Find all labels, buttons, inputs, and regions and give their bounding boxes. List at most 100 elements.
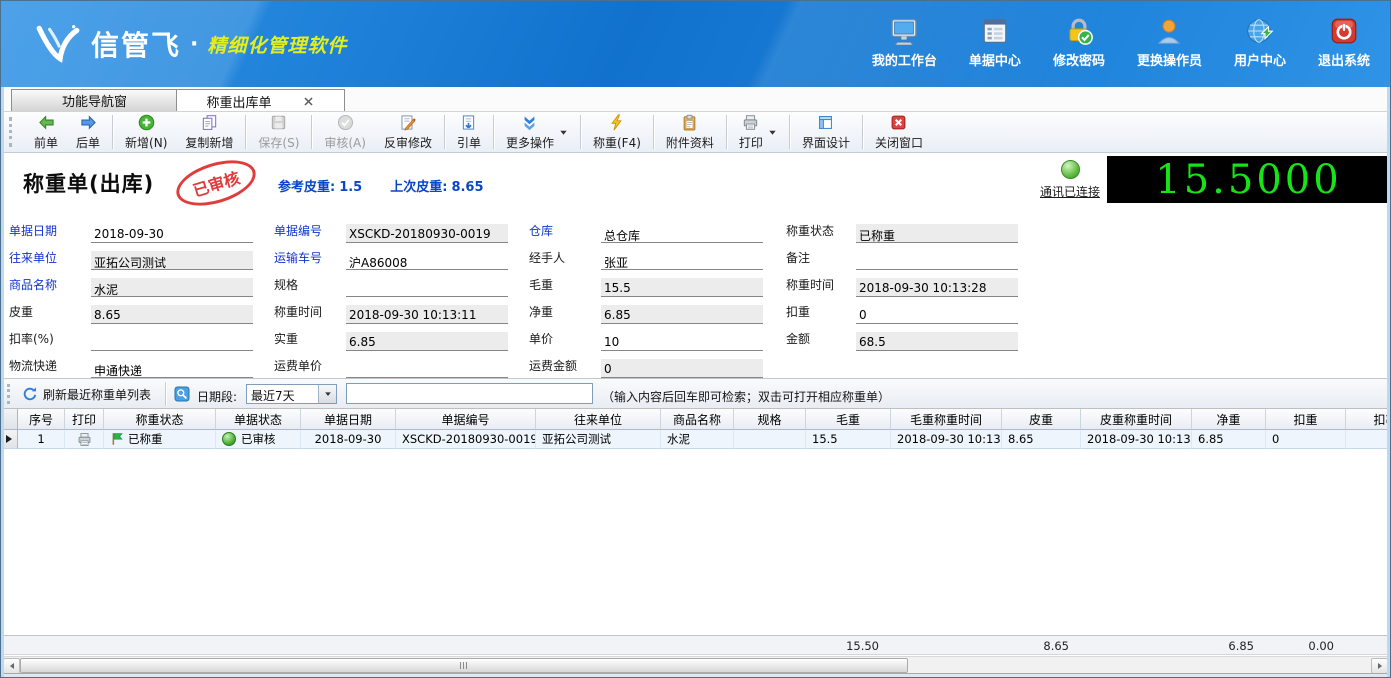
cell-gross-time: 2018-09-30 10:13: [891, 430, 1002, 449]
toolbar-button-new[interactable]: 新增(N): [116, 112, 176, 153]
form-field-weigh-status[interactable]: 已称重: [856, 224, 1018, 243]
toolbar-button-copy-new[interactable]: 复制新增: [176, 112, 242, 153]
form-field-logistics[interactable]: 申通快递: [91, 359, 253, 378]
header-action-exit-system[interactable]: 退出系统: [1318, 16, 1370, 69]
column-header-partner[interactable]: 往来单位: [536, 409, 661, 430]
form-field-remark[interactable]: [856, 251, 1018, 270]
header-action-change-password[interactable]: 修改密码: [1053, 16, 1105, 69]
form-value-freight-amount: 0: [604, 362, 612, 376]
summary-doc-date: [301, 636, 396, 654]
column-header-spec[interactable]: 规格: [734, 409, 806, 430]
tab-weigh-outbound[interactable]: 称重出库单: [176, 89, 345, 112]
column-header-weigh-status[interactable]: 称重状态: [104, 409, 216, 430]
column-header-tare-time[interactable]: 皮重称重时间: [1081, 409, 1192, 430]
form-value-partner: 亚拓公司测试: [94, 256, 166, 270]
form-field-partner[interactable]: 亚拓公司测试: [91, 251, 253, 270]
column-header-doc-no[interactable]: 单据编号: [396, 409, 536, 430]
toolbar-separator: [862, 115, 863, 149]
form-field-weigh-time-2[interactable]: 2018-09-30 10:13:28: [856, 278, 1018, 297]
form-field-tare-weight[interactable]: 8.65: [91, 305, 253, 324]
date-range-select[interactable]: 最近7天: [246, 384, 337, 404]
last-tare: 上次皮重:8.65: [390, 176, 487, 195]
column-header-tare[interactable]: 皮重: [1002, 409, 1081, 430]
cell-partner: 亚拓公司测试: [536, 430, 661, 449]
toolbar-button-more-actions[interactable]: 更多操作: [497, 112, 577, 153]
column-header-label: 毛重称重时间: [910, 411, 982, 428]
column-header-gross[interactable]: 毛重: [806, 409, 891, 430]
lock-check-icon: [1064, 16, 1094, 46]
tab-close-icon[interactable]: [302, 95, 315, 108]
toolbar-button-ui-design[interactable]: 界面设计: [793, 112, 859, 153]
column-header-deduct-rate[interactable]: 扣率: [1346, 409, 1390, 430]
toolbar-button-content: 打印: [739, 114, 763, 151]
filterbar-grip[interactable]: [7, 384, 14, 404]
scrollbar-thumb[interactable]: [20, 658, 908, 673]
toolbar-button-next-doc[interactable]: 后单: [67, 112, 109, 153]
toolbar-grip[interactable]: [9, 117, 17, 147]
form-field-warehouse[interactable]: 总仓库: [601, 224, 763, 243]
table-summary-row: 15.508.656.850.00: [1, 635, 1390, 655]
toolbar-button-label: 保存(S): [258, 134, 299, 151]
search-input[interactable]: [346, 383, 593, 404]
form-field-gross-weight[interactable]: 15.5: [601, 278, 763, 297]
form-value-doc-no: XSCKD-20180930-0019: [349, 227, 491, 241]
form-row: 规格: [274, 270, 508, 297]
toolbar-button-attachments[interactable]: 附件资料: [657, 112, 723, 153]
refresh-list-button[interactable]: 刷新最近称重单列表: [17, 383, 156, 405]
column-header-print[interactable]: 打印: [65, 409, 104, 430]
scroll-left-button[interactable]: [3, 658, 20, 674]
form-field-product-name[interactable]: 水泥: [91, 278, 253, 297]
form-field-freight-amount[interactable]: 0: [601, 359, 763, 378]
scroll-right-button[interactable]: [1371, 658, 1388, 674]
connection-status[interactable]: 通讯已连接: [1031, 160, 1109, 200]
column-header-net[interactable]: 净重: [1192, 409, 1266, 430]
doc-center-icon: [980, 16, 1010, 46]
form-value-actual-weight: 6.85: [349, 335, 376, 349]
toolbar-button-close-window[interactable]: 关闭窗口: [866, 112, 932, 153]
column-header-doc-status[interactable]: 单据状态: [216, 409, 301, 430]
column-header-product[interactable]: 商品名称: [661, 409, 734, 430]
form-field-deduct-rate[interactable]: [91, 332, 253, 351]
tab-label: 称重出库单: [206, 92, 271, 111]
form-field-unit-price[interactable]: 10: [601, 332, 763, 351]
form-field-freight-price[interactable]: [346, 359, 508, 378]
form-field-doc-no[interactable]: XSCKD-20180930-0019: [346, 224, 508, 243]
header-action-user-center[interactable]: 用户中心: [1234, 16, 1286, 69]
column-header-doc-date[interactable]: 单据日期: [301, 409, 396, 430]
header-action-my-workspace[interactable]: 我的工作台: [872, 16, 937, 69]
cell-seq: 1: [18, 430, 65, 449]
form-row: 金额68.5: [786, 324, 1018, 351]
cell-doc-no: XSCKD-20180930-0019: [396, 430, 536, 449]
column-header-deduct[interactable]: 扣重: [1266, 409, 1346, 430]
tab-nav-window[interactable]: 功能导航窗: [11, 89, 178, 111]
chevron-down-icon[interactable]: [318, 385, 336, 403]
form-field-spec[interactable]: [346, 278, 508, 297]
horizontal-scrollbar[interactable]: [1, 656, 1390, 673]
form-row: 称重时间2018-09-30 10:13:28: [786, 270, 1018, 297]
form-field-actual-weight[interactable]: 6.85: [346, 332, 508, 351]
form-field-net-weight[interactable]: 6.85: [601, 305, 763, 324]
form-field-deduct-weight[interactable]: 0: [856, 305, 1018, 324]
toolbar-button-pull-doc[interactable]: 引单: [448, 112, 490, 153]
header-action-switch-operator[interactable]: 更换操作员: [1137, 16, 1202, 69]
toolbar-button-unaudit-edit[interactable]: 反审修改: [375, 112, 441, 153]
toolbar-button-label: 界面设计: [802, 134, 850, 151]
summary-value: 0.00: [1308, 639, 1334, 653]
column-header-gross-time[interactable]: 毛重称重时间: [891, 409, 1002, 430]
form-field-weigh-time-1[interactable]: 2018-09-30 10:13:11: [346, 305, 508, 324]
toolbar-button-weigh[interactable]: 称重(F4): [584, 112, 650, 153]
form-field-doc-date[interactable]: 2018-09-30: [91, 224, 253, 243]
header-action-doc-center[interactable]: 单据中心: [969, 16, 1021, 69]
arrow-left-icon: [38, 114, 55, 131]
form-row: 称重时间2018-09-30 10:13:11: [274, 297, 508, 324]
form-field-truck-no[interactable]: 沪A86008: [346, 251, 508, 270]
check-icon: [337, 114, 354, 131]
table-row[interactable]: 1已称重已审核2018-09-30XSCKD-20180930-0019亚拓公司…: [1, 430, 1390, 449]
column-header-seq[interactable]: 序号: [18, 409, 65, 430]
summary-indicator: [1, 636, 18, 654]
form-field-handler[interactable]: 张亚: [601, 251, 763, 270]
column-header-indicator[interactable]: [1, 409, 18, 430]
toolbar-button-print[interactable]: 打印: [730, 112, 786, 153]
toolbar-button-prev-doc[interactable]: 前单: [25, 112, 67, 153]
form-field-amount[interactable]: 68.5: [856, 332, 1018, 351]
